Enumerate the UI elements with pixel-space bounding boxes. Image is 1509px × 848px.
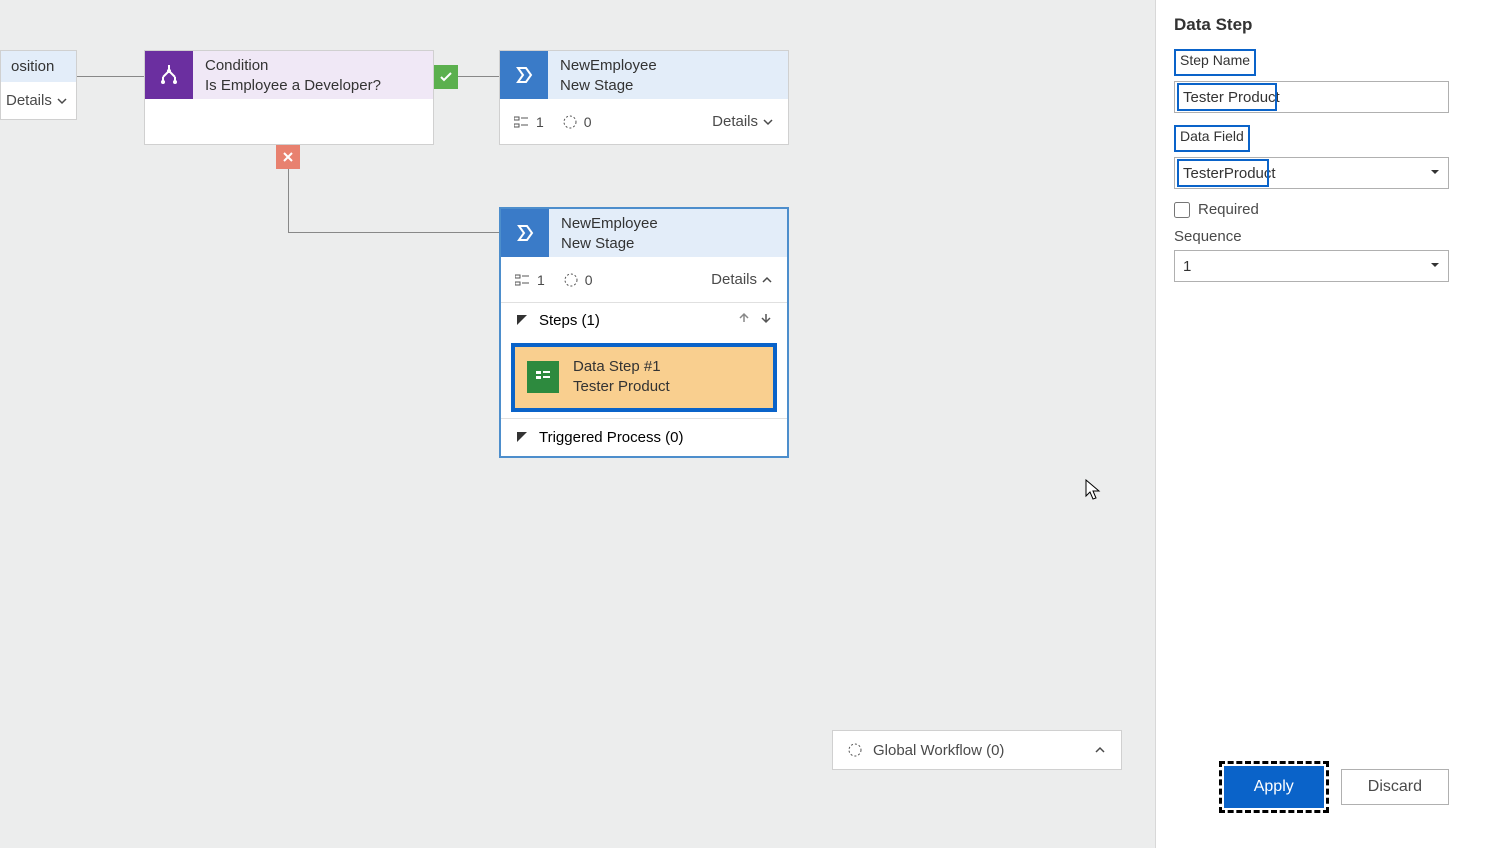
step-subtitle: Tester Product: [573, 377, 670, 397]
chevron-down-icon: [56, 95, 68, 107]
sequence-select[interactable]: 1: [1174, 250, 1449, 282]
connector-line: [288, 169, 289, 233]
highlight-box: Step Name: [1174, 49, 1256, 76]
apply-button[interactable]: Apply: [1227, 769, 1321, 805]
discard-button[interactable]: Discard: [1341, 769, 1449, 805]
process-count-value: 0: [585, 272, 593, 288]
stage-info-row: 1 0 Details: [500, 99, 788, 144]
data-step-item-selected[interactable]: Data Step #1 Tester Product: [511, 343, 777, 412]
details-toggle[interactable]: Details: [712, 113, 774, 130]
stage-header: NewEmployee New Stage: [501, 209, 787, 257]
connector-line: [288, 232, 499, 233]
process-count: 0: [562, 114, 592, 130]
workflow-canvas[interactable]: osition Details Condition Is Employee a …: [0, 0, 1155, 848]
step-count-value: 1: [536, 114, 544, 130]
stage-info-row: 1 0 Details: [501, 257, 787, 302]
condition-title: Condition: [205, 56, 421, 76]
stage-node-top[interactable]: NewEmployee New Stage 1 0 Details: [499, 50, 789, 145]
process-dashed-icon: [562, 114, 578, 130]
step-name-label: Step Name: [1180, 52, 1250, 68]
chevron-up-icon: [761, 274, 773, 286]
data-field-label: Data Field: [1180, 128, 1244, 144]
condition-header: Condition Is Employee a Developer?: [145, 51, 433, 99]
move-down-icon[interactable]: [759, 311, 773, 325]
stage-subtitle: New Stage: [561, 234, 775, 254]
step-count: 1: [514, 114, 544, 130]
false-branch-icon: [276, 145, 300, 169]
step-name-input[interactable]: [1174, 81, 1449, 113]
cursor-icon: [1085, 479, 1103, 501]
connector-line: [77, 76, 144, 77]
steps-header-label: Steps (1): [539, 312, 600, 329]
condition-node[interactable]: Condition Is Employee a Developer?: [144, 50, 434, 145]
panel-title: Data Step: [1174, 15, 1449, 35]
stage-node-partial[interactable]: osition Details: [0, 50, 77, 120]
stage-header: NewEmployee New Stage: [500, 51, 788, 99]
stage-text-block: NewEmployee New Stage: [548, 51, 788, 99]
data-step-icon: [527, 361, 559, 393]
triggered-header-label: Triggered Process (0): [539, 429, 684, 446]
true-branch-icon: [434, 65, 458, 89]
details-label: Details: [6, 92, 52, 109]
connector-line: [458, 76, 499, 77]
steps-icon: [515, 273, 531, 287]
properties-panel: Data Step Step Name Data Field TesterPro…: [1155, 0, 1509, 848]
required-label: Required: [1198, 201, 1259, 218]
process-count: 0: [563, 272, 593, 288]
triggered-section-header[interactable]: Triggered Process (0): [501, 418, 787, 456]
stage-title-partial: osition: [1, 51, 76, 82]
process-dashed-icon: [563, 272, 579, 288]
steps-section-header[interactable]: Steps (1): [501, 302, 787, 337]
details-toggle[interactable]: Details: [711, 271, 773, 288]
condition-icon: [145, 51, 193, 99]
details-toggle[interactable]: Details: [1, 82, 76, 119]
step-count: 1: [515, 272, 545, 288]
stage-node-selected[interactable]: NewEmployee New Stage 1 0 Details: [499, 207, 789, 458]
details-label: Details: [712, 113, 758, 130]
chevron-up-icon[interactable]: [1093, 743, 1107, 757]
step-title: Data Step #1: [573, 357, 670, 377]
process-count-value: 0: [584, 114, 592, 130]
data-field-select[interactable]: TesterProduct: [1174, 157, 1449, 189]
stage-chevron-icon: [500, 51, 548, 99]
stage-subtitle: New Stage: [560, 76, 776, 96]
condition-subtitle: Is Employee a Developer?: [205, 76, 421, 96]
triangle-expand-icon: [515, 430, 529, 444]
process-dashed-icon: [847, 742, 863, 758]
stage-text-block: NewEmployee New Stage: [549, 209, 787, 257]
stage-title: NewEmployee: [560, 56, 776, 76]
chevron-down-icon: [762, 116, 774, 128]
highlight-box: Data Field: [1174, 125, 1250, 152]
condition-text-block: Condition Is Employee a Developer?: [193, 51, 433, 99]
stage-chevron-icon: [501, 209, 549, 257]
global-workflow-label: Global Workflow (0): [873, 742, 1004, 759]
panel-footer: Apply Discard: [1219, 761, 1449, 813]
stage-title: NewEmployee: [561, 214, 775, 234]
details-label: Details: [711, 271, 757, 288]
required-checkbox[interactable]: [1174, 202, 1190, 218]
move-up-icon[interactable]: [737, 311, 751, 325]
global-workflow-bar[interactable]: Global Workflow (0): [832, 730, 1122, 770]
triangle-expand-icon: [515, 313, 529, 327]
steps-icon: [514, 115, 530, 129]
highlight-box: Apply: [1219, 761, 1329, 813]
step-count-value: 1: [537, 272, 545, 288]
step-text-block: Data Step #1 Tester Product: [573, 357, 670, 398]
sequence-label: Sequence: [1174, 228, 1449, 245]
